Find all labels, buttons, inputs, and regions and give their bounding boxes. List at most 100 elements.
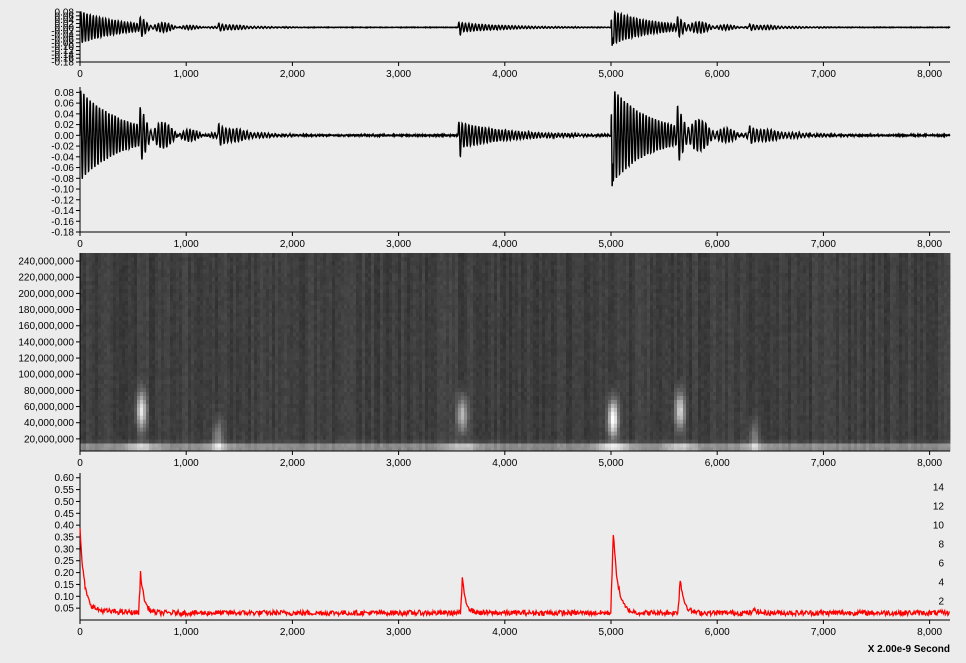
spectrogram-cell [212,308,216,313]
spectrogram-cell [158,300,162,305]
spectrogram-cell [119,292,123,297]
spectrogram-cell [254,253,258,258]
spectrogram-cell [173,348,177,353]
spectrogram-cell [278,415,282,420]
spectrogram-cell [227,415,231,420]
spectrogram-cell [254,407,258,412]
spectrogram-cell [263,276,267,282]
spectrogram-cell [122,336,126,341]
spectrogram-cell [80,419,84,424]
spectrogram-cell [233,395,237,400]
spectrogram-cell [356,256,360,262]
spectrogram-cell [134,276,138,282]
spectrogram-cell [257,383,261,389]
spectrogram-cell [260,304,264,309]
spectrogram-cell [137,300,141,305]
spectrogram-cell [113,272,117,278]
spectrogram-cell [167,312,171,317]
spectrogram-cell [116,280,120,286]
spectrogram-cell [266,292,270,297]
spectrogram-cell [176,443,180,448]
spectrogram-cell [332,340,336,345]
spectrogram-cell [287,423,291,428]
spectrogram-cell [350,439,354,444]
spectrogram-cell [218,272,222,278]
spectrogram-cell [215,363,219,369]
spectrogram-cell [161,332,165,337]
spectrogram-cell [317,296,321,301]
spectrogram-cell [170,359,174,365]
spectrogram-cell [293,300,297,305]
spectrogram-cell [140,427,144,432]
spectrogram-cell [278,316,282,321]
spectrogram-cell [155,312,159,317]
spectrogram-cell [326,367,330,373]
spectrogram-cell [203,403,207,408]
spectrogram-cell [224,355,228,361]
spectrogram-cell [233,296,237,301]
spectrogram-cell [281,395,285,400]
spectrogram-cell [263,340,267,345]
spectrogram-cell [347,363,351,369]
spectrogram-cell [284,423,288,428]
spectrogram-cell [173,253,177,258]
spectrogram-cell [260,355,264,361]
spectrogram-cell [233,253,237,258]
spectrogram-cell [335,387,339,392]
spectrogram-cell [86,355,90,361]
spectrogram-cell [143,399,147,404]
spectrogram-cell [200,308,204,313]
spectrogram-cell [272,280,276,286]
spectrogram-cell [332,260,336,266]
spectrogram-cell [245,379,249,385]
spectrogram-cell [113,355,117,361]
spectrogram-cell [125,316,129,321]
spectrogram-cell [170,371,174,377]
spectrogram-cell [146,308,150,313]
spectrogram-cell [284,403,288,408]
spectrogram-cell [161,359,165,365]
spectrogram-cell [308,324,312,329]
spectrogram-cell [305,415,309,420]
spectrogram-cell [104,292,108,297]
spectrogram-cell [167,431,171,436]
spectrogram-cell [164,367,168,373]
spectrogram-cell [305,344,309,349]
spectrogram-cell [311,296,315,301]
spectrogram-cell [266,268,270,274]
spectrogram-cell [278,383,282,389]
spectrogram-cell [107,344,111,349]
spectrogram-cell [368,399,372,404]
spectrogram-cell [293,359,297,365]
spectrogram-cell [161,435,165,440]
spectrogram-cell [269,375,273,381]
spectrogram-cell [80,363,84,369]
spectrogram-cell [323,363,327,369]
spectrogram-cell [98,284,102,290]
spectrogram-cell [272,363,276,369]
spectrogram-cell [347,320,351,325]
spectrogram-cell [158,423,162,428]
spectrogram-cell [125,304,129,309]
spectrogram-cell [269,383,273,389]
spectrogram-cell [224,256,228,262]
spectrogram-cell [356,371,360,377]
spectrogram-cell [188,304,192,309]
spectrogram-cell [248,395,252,400]
spectrogram-cell [110,403,114,408]
spectrogram-cell [332,387,336,392]
spectrogram-cell [149,363,153,369]
spectrogram-cell [125,443,129,448]
spectrogram-cell [323,387,327,392]
spectrogram-cell [365,308,369,313]
spectrogram-cell [341,443,345,448]
spectrogram-cell [317,272,321,278]
spectrogram-cell [296,431,300,436]
spectrogram-cell [221,367,225,373]
spectrogram-cell [197,352,201,357]
spectrogram-cell [179,363,183,369]
spectrogram-cell [155,316,159,321]
spectrogram-cell [227,391,231,396]
spectrogram-cell [140,280,144,286]
spectrogram-cell [188,419,192,424]
